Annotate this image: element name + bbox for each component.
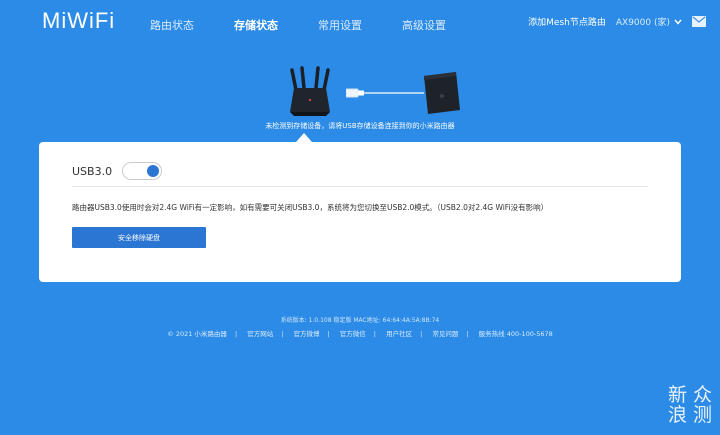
chevron-down-icon — [674, 19, 682, 25]
usb-description: 路由器USB3.0使用时会对2.4G WiFi有一定影响，如有需要可关闭USB3… — [72, 203, 549, 212]
device-name: AX9000 (家) — [615, 18, 670, 28]
device-selector[interactable]: AX9000 (家) — [616, 15, 682, 28]
nav-advanced-settings[interactable]: 高级设置 — [402, 17, 486, 33]
toggle-knob — [147, 165, 159, 177]
footer-copyright: © 2021 小米路由器 — [167, 330, 227, 338]
footer-link-weibo[interactable]: 官方微博 — [294, 330, 320, 338]
add-mesh-link[interactable]: 添加Mesh节点路由 — [528, 15, 606, 28]
usb-cable-icon — [346, 88, 424, 98]
logo: MiWiFi — [42, 8, 116, 33]
card-pointer — [296, 133, 312, 142]
main-nav: 路由状态 存储状态 常用设置 高级设置 — [150, 17, 486, 33]
nav-common-settings[interactable]: 常用设置 — [318, 17, 402, 33]
no-storage-hint: 未检测到存储设备，请将USB存储设备连接到你的小米路由器 — [265, 122, 455, 130]
mail-icon[interactable] — [692, 16, 706, 27]
footer-hotline: 服务热线 400-100-5678 — [478, 330, 553, 338]
footer-version: 系统版本: 1.0.108 稳定版 MAC地址: 64:64:4A:5A:8B:… — [280, 317, 440, 324]
header-actions: 添加Mesh节点路由 AX9000 (家) — [528, 15, 706, 28]
storage-hero: 未检测到存储设备，请将USB存储设备连接到你的小米路由器 — [0, 58, 720, 142]
router-icon — [290, 66, 330, 116]
footer-link-wechat[interactable]: 官方微信 — [340, 330, 366, 338]
watermark-line2: 浪 测 — [667, 404, 712, 426]
footer-link-community[interactable]: 用户社区 — [386, 330, 412, 338]
top-bar: MiWiFi 路由状态 存储状态 常用设置 高级设置 添加Mesh节点路由 AX… — [0, 0, 720, 46]
usb3-toggle[interactable] — [122, 162, 162, 180]
watermark: 新 众 浪 测 — [668, 385, 712, 425]
footer-links: © 2021 小米路由器 | 官方网站 | 官方微博 | 官方微信 | 用户社区 | 常见… — [167, 330, 553, 338]
usb-label: USB3.0 — [72, 164, 113, 178]
usb-toggle-row: USB3.0 — [72, 162, 162, 180]
divider — [72, 186, 648, 187]
nav-router-status[interactable]: 路由状态 — [150, 17, 234, 33]
safe-eject-button[interactable]: 安全移除硬盘 — [72, 227, 206, 248]
hard-drive-icon — [424, 72, 460, 114]
footer-link-faq[interactable]: 常见问题 — [432, 330, 458, 338]
usb-settings-card: USB3.0 路由器USB3.0使用时会对2.4G WiFi有一定影响，如有需要… — [39, 142, 681, 282]
footer-link-website[interactable]: 官方网站 — [247, 330, 273, 338]
watermark-line1: 新 众 — [667, 384, 712, 406]
nav-storage-status[interactable]: 存储状态 — [234, 17, 318, 33]
